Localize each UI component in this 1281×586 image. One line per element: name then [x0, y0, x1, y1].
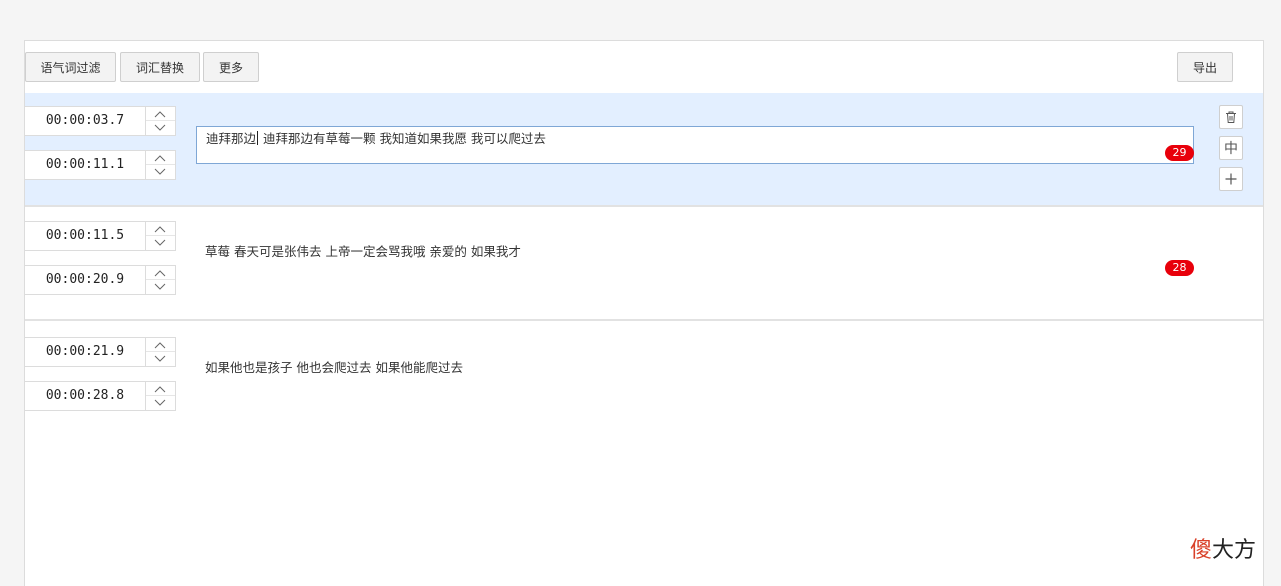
start-time-field[interactable]: 00:00:11.5	[25, 221, 176, 251]
end-time-stepper[interactable]	[145, 382, 175, 410]
chevron-up-icon	[154, 386, 166, 393]
filter-filler-words-button[interactable]: 语气词过滤	[25, 52, 116, 82]
char-count-badge: 28	[1165, 260, 1194, 276]
watermark-logo: 傻大方	[1190, 532, 1256, 564]
chevron-down-icon	[154, 399, 166, 406]
add-row-button[interactable]	[1219, 167, 1243, 191]
start-time-value[interactable]: 00:00:11.5	[25, 222, 145, 250]
increment-button[interactable]	[146, 222, 175, 236]
start-time-stepper[interactable]	[145, 107, 175, 135]
decrement-button[interactable]	[146, 280, 175, 294]
increment-button[interactable]	[146, 382, 175, 396]
end-time-value[interactable]: 00:00:11.1	[25, 151, 145, 179]
plus-icon	[1225, 173, 1237, 185]
subtitle-text-input[interactable]: 迪拜那边 迪拜那边有草莓一颗 我知道如果我愿 我可以爬过去	[196, 126, 1194, 164]
char-count-badge: 29	[1165, 145, 1194, 161]
decrement-button[interactable]	[146, 352, 175, 366]
chevron-up-icon	[154, 270, 166, 277]
end-time-field[interactable]: 00:00:20.9	[25, 265, 176, 295]
start-time-field[interactable]: 00:00:21.9	[25, 337, 176, 367]
vocabulary-replace-button[interactable]: 词汇替换	[120, 52, 200, 82]
subtitle-editor-panel: 语气词过滤 词汇替换 更多 导出 00:00:03.7 00:00:11.1 迪…	[24, 40, 1264, 586]
end-time-stepper[interactable]	[145, 266, 175, 294]
toolbar: 语气词过滤 词汇替换 更多 导出	[25, 41, 1263, 93]
watermark-part1: 傻	[1190, 538, 1213, 563]
chevron-up-icon	[154, 342, 166, 349]
chevron-up-icon	[154, 226, 166, 233]
subtitle-row[interactable]: 00:00:21.9 00:00:28.8 如果他也是孩子 他也会爬过去 如果他…	[25, 321, 1263, 433]
chevron-down-icon	[154, 168, 166, 175]
delete-row-button[interactable]	[1219, 105, 1243, 129]
more-button[interactable]: 更多	[203, 52, 259, 82]
chevron-down-icon	[154, 124, 166, 131]
split-row-button[interactable]: 中	[1219, 136, 1243, 160]
subtitle-text-before-caret: 迪拜那边	[206, 131, 257, 146]
subtitle-row[interactable]: 00:00:11.5 00:00:20.9 草莓 春天可是张伟去 上帝一定会骂我…	[25, 207, 1263, 319]
trash-icon	[1226, 111, 1236, 123]
chevron-up-icon	[154, 111, 166, 118]
increment-button[interactable]	[146, 266, 175, 280]
chevron-down-icon	[154, 239, 166, 246]
subtitle-text-after-caret: 迪拜那边有草莓一颗 我知道如果我愿 我可以爬过去	[259, 131, 546, 146]
start-time-stepper[interactable]	[145, 222, 175, 250]
end-time-field[interactable]: 00:00:28.8	[25, 381, 176, 411]
start-time-value[interactable]: 00:00:21.9	[25, 338, 145, 366]
watermark-part2: 大方	[1212, 538, 1257, 563]
decrement-button[interactable]	[146, 121, 175, 135]
start-time-value[interactable]: 00:00:03.7	[25, 107, 145, 135]
chevron-down-icon	[154, 355, 166, 362]
increment-button[interactable]	[146, 151, 175, 165]
decrement-button[interactable]	[146, 165, 175, 179]
subtitle-text[interactable]: 如果他也是孩子 他也会爬过去 如果他能爬过去	[196, 356, 1194, 394]
chevron-up-icon	[154, 155, 166, 162]
end-time-value[interactable]: 00:00:28.8	[25, 382, 145, 410]
decrement-button[interactable]	[146, 236, 175, 250]
start-time-field[interactable]: 00:00:03.7	[25, 106, 176, 136]
chevron-down-icon	[154, 283, 166, 290]
end-time-value[interactable]: 00:00:20.9	[25, 266, 145, 294]
increment-button[interactable]	[146, 107, 175, 121]
increment-button[interactable]	[146, 338, 175, 352]
export-button[interactable]: 导出	[1177, 52, 1233, 82]
end-time-stepper[interactable]	[145, 151, 175, 179]
end-time-field[interactable]: 00:00:11.1	[25, 150, 176, 180]
subtitle-text[interactable]: 草莓 春天可是张伟去 上帝一定会骂我哦 亲爱的 如果我才	[196, 240, 1194, 278]
decrement-button[interactable]	[146, 396, 175, 410]
subtitle-row[interactable]: 00:00:03.7 00:00:11.1 迪拜那边 迪拜那边有草莓一颗 我知道…	[25, 93, 1263, 205]
text-caret	[257, 131, 259, 145]
start-time-stepper[interactable]	[145, 338, 175, 366]
